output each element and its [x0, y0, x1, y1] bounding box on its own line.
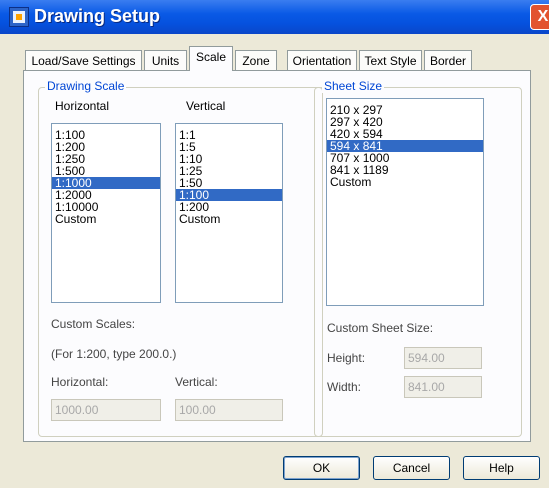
tab-scale[interactable]: Scale: [189, 46, 233, 71]
help-button[interactable]: Help: [463, 456, 540, 480]
title-bar[interactable]: Drawing Setup X: [0, 0, 549, 34]
tab-load-save-settings[interactable]: Load/Save Settings: [25, 50, 142, 70]
custom-horizontal-label: Horizontal:: [51, 375, 109, 389]
sheet-width-field[interactable]: 841.00: [404, 376, 482, 398]
vertical-scale-list[interactable]: 1:1 1:5 1:10 1:25 1:50 1:100 1:200 Custo…: [175, 123, 283, 303]
custom-vertical-field[interactable]: 100.00: [175, 399, 283, 421]
tab-border[interactable]: Border: [424, 50, 472, 70]
list-item[interactable]: Custom: [52, 213, 160, 225]
custom-sheet-size-label: Custom Sheet Size:: [327, 321, 434, 335]
window-title: Drawing Setup: [34, 6, 161, 26]
drawing-setup-dialog: Drawing Setup X Load/Save Settings Units…: [0, 0, 549, 488]
sheet-width-label: Width:: [327, 380, 362, 394]
ok-button[interactable]: OK: [283, 456, 360, 480]
cancel-button[interactable]: Cancel: [373, 456, 450, 480]
app-icon: [9, 7, 29, 27]
horizontal-scale-list[interactable]: 1:100 1:200 1:250 1:500 1:1000 1:2000 1:…: [51, 123, 161, 303]
tab-orientation[interactable]: Orientation: [287, 50, 357, 70]
custom-vertical-label: Vertical:: [175, 375, 218, 389]
sheet-size-list[interactable]: 210 x 297 297 x 420 420 x 594 594 x 841 …: [326, 98, 484, 306]
vertical-scale-label: Vertical: [186, 99, 226, 113]
tab-units[interactable]: Units: [144, 50, 187, 70]
custom-scale-hint: (For 1:200, type 200.0.): [51, 347, 177, 361]
list-item[interactable]: Custom: [327, 176, 483, 188]
scale-tab-panel: Drawing Scale Horizontal Vertical 1:100 …: [23, 70, 531, 442]
drawing-scale-legend: Drawing Scale: [45, 79, 127, 93]
horizontal-scale-label: Horizontal: [55, 99, 110, 113]
close-button[interactable]: X: [530, 4, 549, 30]
sheet-height-label: Height:: [327, 351, 366, 365]
tab-text-style[interactable]: Text Style: [359, 50, 422, 70]
sheet-size-legend: Sheet Size: [322, 79, 385, 93]
custom-scales-label: Custom Scales:: [51, 317, 136, 331]
custom-horizontal-field[interactable]: 1000.00: [51, 399, 161, 421]
tab-zone[interactable]: Zone: [235, 50, 277, 70]
sheet-height-field[interactable]: 594.00: [404, 347, 482, 369]
list-item[interactable]: Custom: [176, 213, 282, 225]
